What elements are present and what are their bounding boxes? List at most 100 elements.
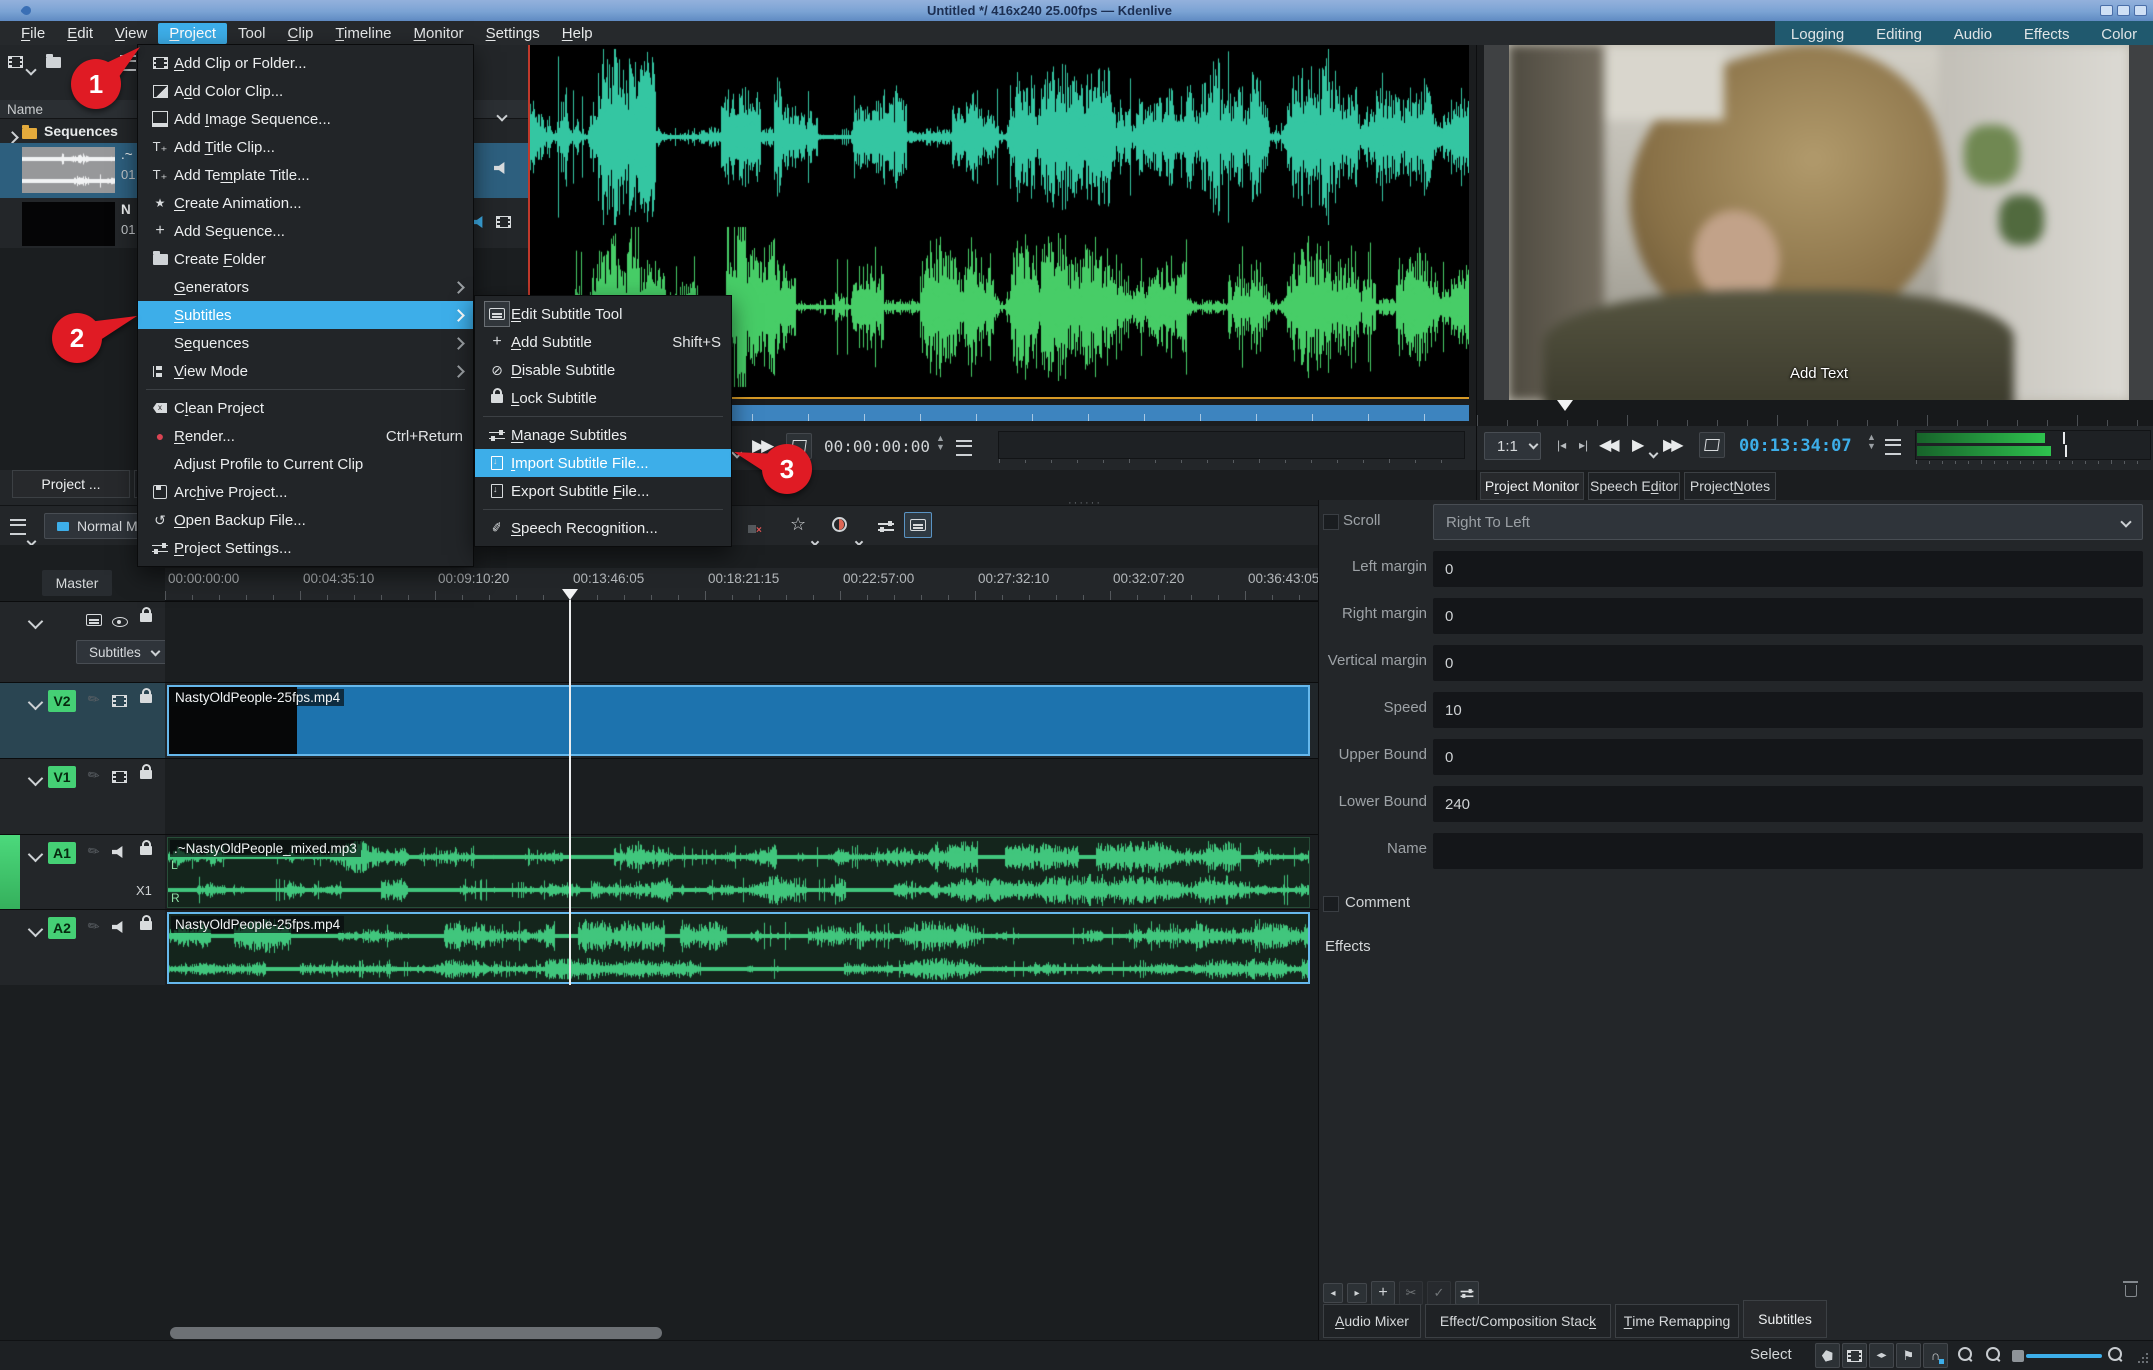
tab-project-monitor[interactable]: Project Monitor: [1480, 472, 1584, 500]
menu-item-create-animation[interactable]: ★Create Animation...: [138, 189, 473, 217]
effects-icon[interactable]: ✎: [84, 689, 103, 710]
zoom-slider-handle[interactable]: [2012, 1350, 2024, 1362]
clip-a1[interactable]: .~NastyOldPeople_mixed.mp3 L R: [167, 837, 1310, 908]
speed-icon[interactable]: [832, 517, 847, 532]
horizontal-scrollbar[interactable]: [170, 1327, 662, 1339]
clip-v2[interactable]: NastyOldPeople-25fps.mp4: [167, 685, 1310, 756]
subtitle-tool-button[interactable]: [904, 512, 932, 538]
mixer-icon[interactable]: [878, 519, 894, 536]
workspace-tab-editing[interactable]: Editing: [1876, 26, 1922, 43]
collapse-track-icon[interactable]: [30, 922, 41, 939]
comment-checkbox[interactable]: [1323, 896, 1339, 912]
fast-forward-icon[interactable]: ▶▶: [1663, 435, 1680, 455]
submenu-item-manage-subtitles[interactable]: Manage Subtitles: [475, 421, 731, 449]
menu-project[interactable]: Project: [158, 23, 227, 44]
audio-scrub-icon[interactable]: ∩: [1923, 1343, 1948, 1368]
left-margin-field[interactable]: 0: [1433, 551, 2143, 587]
menu-item-project-settings[interactable]: Project Settings...: [138, 534, 473, 562]
name-field[interactable]: [1433, 833, 2143, 869]
track-content-a2[interactable]: NastyOldPeople-25fps.mp4: [165, 909, 1318, 985]
favorite-effects-icon[interactable]: ☆: [790, 514, 806, 535]
menu-item-add-clip-or-folder[interactable]: Add Clip or Folder...: [138, 49, 473, 77]
menu-monitor[interactable]: Monitor: [403, 23, 475, 44]
tab-project-bin[interactable]: Project ...: [12, 470, 130, 498]
lower-bound-field[interactable]: 240: [1433, 786, 2143, 822]
menu-item-sequences[interactable]: Sequences: [138, 329, 473, 357]
zone-mode-icon[interactable]: [1699, 432, 1725, 458]
menu-clip[interactable]: Clip: [277, 23, 325, 44]
workspace-tab-color[interactable]: Color: [2101, 26, 2137, 43]
tab-project-notes[interactable]: Project Notes: [1684, 472, 1776, 500]
timeline-menu-icon[interactable]: [10, 519, 26, 539]
menu-settings[interactable]: Settings: [475, 23, 551, 44]
tab-effect-composition-stack[interactable]: Effect/Composition Stack: [1425, 1304, 1611, 1338]
menu-help[interactable]: Help: [551, 23, 604, 44]
delete-zone-icon[interactable]: ×: [748, 520, 762, 537]
menu-item-add-title-clip[interactable]: T₊Add Title Clip...: [138, 133, 473, 161]
monitor-seek-ruler[interactable]: [1477, 400, 2153, 426]
snap-icon[interactable]: ◂▸: [1869, 1343, 1894, 1368]
timeline-ruler[interactable]: 00:00:00:00 00:04:35:10 00:09:10:20 00:1…: [165, 568, 1318, 601]
prev-keyframe-icon[interactable]: ◂: [1323, 1283, 1343, 1303]
menu-item-view-mode[interactable]: View Mode: [138, 357, 473, 385]
track-header-a1[interactable]: A1 ✎ X1: [0, 834, 165, 909]
submenu-item-edit-subtitle-tool[interactable]: Edit Subtitle Tool: [475, 300, 731, 328]
zoom-fit-icon[interactable]: [1958, 1347, 1972, 1365]
menu-item-add-color-clip[interactable]: Add Color Clip...: [138, 77, 473, 105]
video-display[interactable]: Add Text: [1484, 45, 2153, 400]
menu-item-archive-project[interactable]: Archive Project...: [138, 478, 473, 506]
maximize-button[interactable]: [2117, 5, 2130, 16]
menu-item-add-sequence[interactable]: +Add Sequence...: [138, 217, 473, 245]
workspace-tab-effects[interactable]: Effects: [2024, 26, 2070, 43]
menu-item-add-template-title[interactable]: T₊Add Template Title...: [138, 161, 473, 189]
track-badge-v1[interactable]: V1: [48, 766, 76, 788]
collapse-track-icon[interactable]: [30, 614, 41, 631]
tab-time-remapping[interactable]: Time Remapping: [1615, 1304, 1739, 1338]
video-track-icon[interactable]: [112, 694, 127, 711]
menu-item-create-folder[interactable]: Create Folder: [138, 245, 473, 273]
menu-item-render[interactable]: ●Render...Ctrl+Return: [138, 422, 473, 450]
cut-subtitle-icon[interactable]: ✂: [1399, 1281, 1423, 1305]
zoom-out-icon[interactable]: [1986, 1347, 2000, 1365]
right-margin-field[interactable]: 0: [1433, 598, 2143, 634]
track-content-subtitles[interactable]: [165, 601, 1318, 682]
resize-grip[interactable]: [2138, 1353, 2148, 1363]
track-content-v2[interactable]: NastyOldPeople-25fps.mp4: [165, 682, 1318, 758]
apply-icon[interactable]: ✓: [1427, 1281, 1451, 1305]
thumbnails-icon[interactable]: [1842, 1343, 1867, 1368]
add-clip-dropdown-icon[interactable]: [27, 61, 35, 78]
lock-track-icon[interactable]: [140, 914, 152, 934]
lock-track-icon[interactable]: [140, 606, 152, 626]
playhead-marker[interactable]: [562, 589, 578, 600]
project-monitor-timecode[interactable]: 00:13:34:07: [1739, 436, 1852, 456]
scroll-checkbox[interactable]: [1323, 514, 1339, 530]
track-header-a2[interactable]: A2 ✎: [0, 909, 165, 985]
lock-track-icon[interactable]: [140, 763, 152, 783]
scroll-dropdown[interactable]: Right To Left: [1433, 504, 2143, 540]
menu-tool[interactable]: Tool: [227, 23, 277, 44]
upper-bound-field[interactable]: 0: [1433, 739, 2143, 775]
add-clip-icon[interactable]: [8, 55, 23, 72]
monitor-playhead-marker[interactable]: [1557, 400, 1573, 411]
play-icon[interactable]: ▶: [1632, 435, 1644, 455]
track-header-subtitles[interactable]: Subtitles: [0, 601, 165, 682]
submenu-item-export-subtitle-file[interactable]: Export Subtitle File...: [475, 477, 731, 505]
clip-a2[interactable]: NastyOldPeople-25fps.mp4: [167, 912, 1310, 984]
next-keyframe-icon[interactable]: ▸: [1347, 1283, 1367, 1303]
markers-icon[interactable]: ⚑: [1896, 1343, 1921, 1368]
submenu-item-lock-subtitle[interactable]: Lock Subtitle: [475, 384, 731, 412]
timecode-spinner[interactable]: ▲▼: [1867, 433, 1876, 451]
zoom-slider-track[interactable]: [2026, 1354, 2102, 1358]
collapse-track-icon[interactable]: [30, 771, 41, 788]
rewind-icon[interactable]: ◀◀: [1599, 435, 1616, 455]
timecode-spinner[interactable]: ▲▼: [936, 434, 945, 452]
video-track-icon[interactable]: [112, 770, 127, 787]
master-button[interactable]: Master: [42, 570, 112, 596]
options-icon[interactable]: [1455, 1281, 1479, 1305]
menu-item-subtitles[interactable]: Subtitles: [138, 301, 473, 329]
zoom-in-icon[interactable]: [2108, 1347, 2122, 1365]
collapse-track-icon[interactable]: [30, 847, 41, 864]
effects-icon[interactable]: ✎: [84, 765, 103, 786]
track-badge-a1[interactable]: A1: [48, 842, 76, 864]
bin-header-dropdown-icon[interactable]: [498, 107, 506, 124]
